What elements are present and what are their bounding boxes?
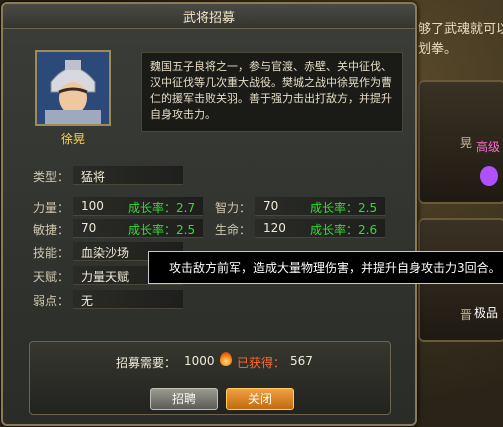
background-hint-line-2: 划拳。 [418,42,458,57]
weakness-value: 无 [81,294,94,308]
hp-value: 120 [263,221,286,235]
recruit-need-value: 1000 [184,354,215,368]
soul-gem-icon [480,166,498,186]
dialog-title-bar[interactable]: 武将招募 [3,4,415,29]
general-portrait [35,50,111,126]
skill-tooltip-text: 攻击敌方前军，造成大量物理伤害，并提升自身攻击力3回合。 [169,261,501,275]
talent-label: 天赋： [33,270,70,284]
type-value: 猛将 [81,170,106,184]
background-card-badge-2: 极品 [474,306,499,320]
background-card-badge-1: 高级 [476,140,501,154]
strength-label: 力量： [33,201,70,215]
recruit-general-dialog: 武将招募 徐晃 魏国五子良将之一，参与官渡、赤壁、关中征伐、汉中征伐等几次重大战… [1,2,417,426]
owned-label: 已获得： [237,356,286,370]
background-card-name-1: 晃 [460,136,473,150]
strength-growth: 成长率：2.7 [128,201,196,215]
skill-label: 技能： [33,246,70,260]
dialog-title: 武将招募 [182,11,235,26]
intelligence-value: 70 [263,199,279,213]
intelligence-growth: 成长率：2.5 [310,201,378,215]
general-avatar-icon [37,52,109,124]
general-name: 徐晃 [60,132,85,146]
intelligence-label: 智力： [215,201,252,215]
background-hint-line-1: 够了武魂就可以 [418,22,503,37]
hp-growth: 成长率：2.6 [310,223,378,237]
recruit-cost-panel: 招募需要： 1000 已获得： 567 招聘 关闭 [29,341,391,415]
background-card-1[interactable]: 晃 高级 [418,80,503,204]
skill-value[interactable]: 血染沙场 [81,244,129,261]
owned-value: 567 [290,354,313,368]
skill-tooltip: 攻击敌方前军，造成大量物理伤害，并提升自身攻击力3回合。 [148,251,503,284]
close-button[interactable]: 关闭 [226,388,294,410]
recruit-button[interactable]: 招聘 [150,388,218,410]
weakness-label: 弱点： [33,294,70,308]
agility-growth: 成长率：2.5 [128,223,196,237]
recruit-need-label: 招募需要： [116,356,177,370]
strength-value: 100 [81,199,104,213]
agility-label: 敏捷： [33,223,70,237]
type-label: 类型： [33,170,70,184]
talent-value: 力量天赋 [81,270,130,284]
general-description: 魏国五子良将之一，参与官渡、赤壁、关中征伐、汉中征伐等几次重大战役。樊城之战中徐… [150,60,392,121]
background-card-name-2: 晋 [460,308,473,322]
agility-value: 70 [81,221,97,235]
soul-fire-icon [220,352,232,366]
hp-label: 生命： [215,223,252,237]
background-hint-text: 够了武魂就可以 划拳。 [418,20,503,60]
general-description-box: 魏国五子良将之一，参与官渡、赤壁、关中征伐、汉中征伐等几次重大战役。樊城之战中徐… [141,52,403,132]
